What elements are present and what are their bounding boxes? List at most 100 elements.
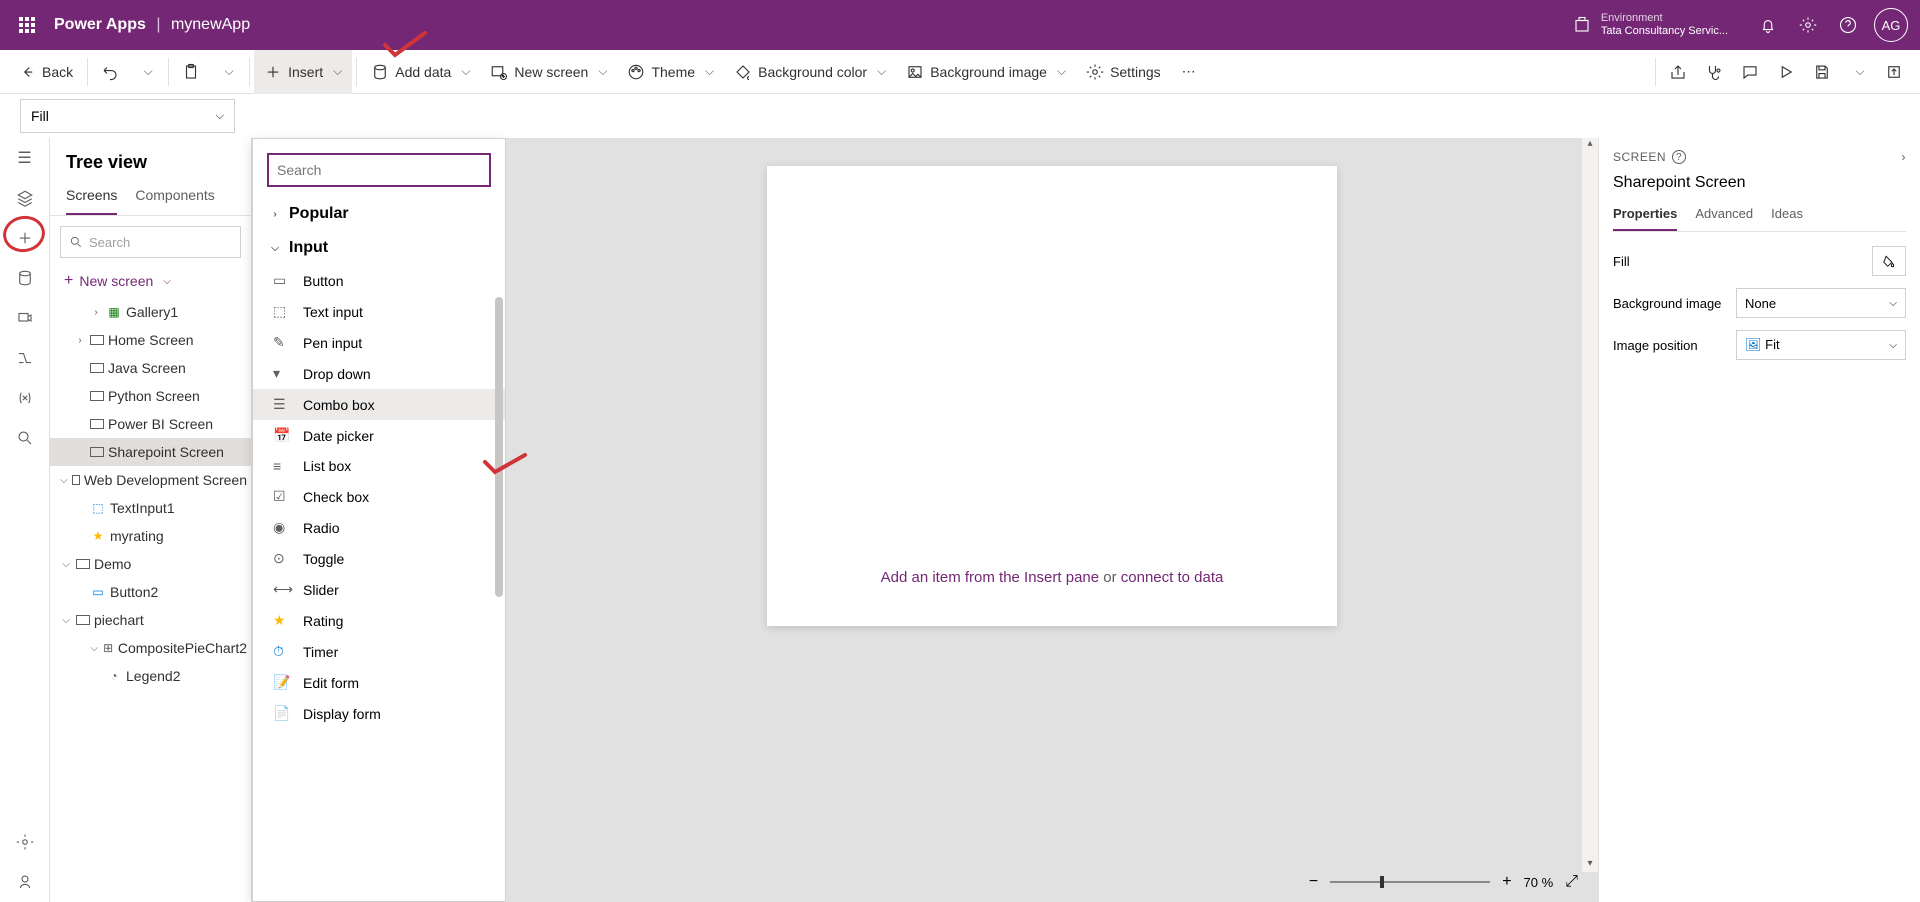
comments-button[interactable]	[1732, 50, 1768, 94]
save-dropdown[interactable]	[1840, 50, 1876, 94]
collapse-pane-button[interactable]: ›	[1902, 150, 1907, 164]
bgimg-dropdown[interactable]: None⌵	[1736, 288, 1906, 318]
fit-screen-button[interactable]: ⤢	[1565, 873, 1578, 891]
user-avatar[interactable]: AG	[1874, 8, 1908, 42]
data-rail-button[interactable]	[0, 258, 50, 298]
zoom-in-button[interactable]: +	[1502, 873, 1511, 891]
insert-search-input[interactable]	[267, 153, 491, 187]
tree-item-webdev[interactable]: ⌵Web Development Screen	[50, 466, 251, 494]
flows-rail-button[interactable]	[0, 338, 50, 378]
tree-item-demo[interactable]: ⌵Demo	[50, 550, 251, 578]
insert-item-listbox[interactable]: ≡List box	[253, 451, 505, 481]
tree-item-textinput1[interactable]: ⬚TextInput1	[50, 494, 251, 522]
preview-button[interactable]	[1768, 50, 1804, 94]
insert-pane-link[interactable]: Add an item from the Insert pane	[881, 569, 1099, 586]
theme-button[interactable]: Theme	[617, 50, 724, 94]
notifications-icon[interactable]	[1748, 5, 1788, 45]
insert-group-input[interactable]: ⌵Input	[253, 231, 505, 265]
tree-item-legend2[interactable]: ◔Legend2	[50, 662, 251, 690]
tree-item-myrating[interactable]: ★myrating	[50, 522, 251, 550]
insert-item-displayform[interactable]: 📄Display form	[253, 698, 505, 729]
virtual-agent-button[interactable]	[0, 862, 50, 902]
undo-dropdown[interactable]	[128, 50, 164, 94]
search-rail-button[interactable]	[0, 418, 50, 458]
tab-components[interactable]: Components	[135, 181, 214, 215]
insert-item-datepicker[interactable]: 📅Date picker	[253, 420, 505, 451]
info-icon[interactable]: ?	[1672, 150, 1686, 164]
media-icon	[16, 309, 34, 327]
insert-item-button[interactable]: ▭Button	[253, 265, 505, 296]
variables-rail-button[interactable]	[0, 378, 50, 418]
insert-item-radio[interactable]: ◉Radio	[253, 512, 505, 543]
insert-item-textinput[interactable]: ⬚Text input	[253, 296, 505, 327]
insert-scrollbar[interactable]	[495, 297, 503, 597]
hamburger-button[interactable]: ☰	[0, 138, 50, 178]
insert-rail-button[interactable]	[0, 218, 50, 258]
insert-item-rating[interactable]: ★Rating	[253, 605, 505, 636]
bg-color-button[interactable]: Background color	[724, 50, 896, 94]
environment-name: Tata Consultancy Servic...	[1601, 25, 1728, 38]
chat-icon	[1741, 63, 1759, 81]
checker-button[interactable]	[1696, 50, 1732, 94]
tree-item-piechart[interactable]: ⌵piechart	[50, 606, 251, 634]
media-rail-button[interactable]	[0, 298, 50, 338]
insert-group-popular[interactable]: ›Popular	[253, 197, 505, 231]
tree-item-comppie[interactable]: ⌵⊞CompositePieChart2	[50, 634, 251, 662]
insert-item-editform[interactable]: 📝Edit form	[253, 667, 505, 698]
insert-item-peninput[interactable]: ✎Pen input	[253, 327, 505, 358]
tree-item-powerbi[interactable]: Power BI Screen	[50, 410, 251, 438]
canvas-scrollbar[interactable]: ▴ ▾	[1582, 138, 1598, 872]
zoom-out-button[interactable]: −	[1309, 873, 1318, 891]
property-selector[interactable]: Fill ⌵	[20, 99, 235, 133]
settings-button[interactable]: Settings	[1076, 50, 1171, 94]
help-icon[interactable]	[1828, 5, 1868, 45]
share-icon	[1669, 63, 1687, 81]
imgpos-dropdown[interactable]: 🖼 Fit⌵	[1736, 330, 1906, 360]
insert-item-timer[interactable]: ⏱Timer	[253, 636, 505, 667]
image-icon	[906, 63, 924, 81]
back-button[interactable]: Back	[8, 50, 83, 94]
environment-picker[interactable]: Environment Tata Consultancy Servic...	[1573, 12, 1728, 38]
paste-button[interactable]	[173, 50, 209, 94]
insert-item-combobox[interactable]: ☰Combo box	[253, 389, 505, 420]
tree-view-button[interactable]	[0, 178, 50, 218]
tree-item-gallery1[interactable]: ›▦Gallery1	[50, 298, 251, 326]
share-button[interactable]	[1660, 50, 1696, 94]
canvas-artboard[interactable]: Add an item from the Insert pane or conn…	[767, 166, 1337, 626]
bucket-icon	[734, 63, 752, 81]
insert-dropdown: ›Popular ⌵Input ▭Button ⬚Text input ✎Pen…	[252, 138, 506, 902]
tree-item-python[interactable]: Python Screen	[50, 382, 251, 410]
connect-data-link[interactable]: connect to data	[1121, 569, 1224, 586]
publish-button[interactable]	[1876, 50, 1912, 94]
new-screen-link[interactable]: + New screen ⌵	[60, 268, 241, 294]
undo-button[interactable]	[92, 50, 128, 94]
properties-pane: SCREEN ? › Sharepoint Screen Properties …	[1598, 138, 1920, 902]
insert-item-slider[interactable]: ⟷Slider	[253, 574, 505, 605]
insert-item-checkbox[interactable]: ☑Check box	[253, 481, 505, 512]
insert-button[interactable]: Insert	[254, 50, 352, 94]
add-data-button[interactable]: Add data	[361, 50, 480, 94]
tree-item-button2[interactable]: ▭Button2	[50, 578, 251, 606]
settings-icon[interactable]	[1788, 5, 1828, 45]
tree-search[interactable]: Search	[60, 226, 241, 258]
zoom-slider[interactable]	[1330, 881, 1490, 883]
paste-dropdown[interactable]	[209, 50, 245, 94]
gear-icon	[1086, 63, 1104, 81]
fill-color-button[interactable]	[1872, 246, 1906, 276]
tree-item-home[interactable]: ›Home Screen	[50, 326, 251, 354]
tab-advanced[interactable]: Advanced	[1695, 206, 1753, 231]
tree-item-sharepoint[interactable]: Sharepoint Screen	[50, 438, 251, 466]
insert-item-toggle[interactable]: ⊙Toggle	[253, 543, 505, 574]
tab-ideas[interactable]: Ideas	[1771, 206, 1803, 231]
cylinder-icon	[16, 269, 34, 287]
tab-screens[interactable]: Screens	[66, 181, 117, 215]
settings-rail-button[interactable]	[0, 822, 50, 862]
app-launcher-icon[interactable]	[12, 10, 42, 40]
new-screen-button[interactable]: New screen	[480, 50, 617, 94]
save-button[interactable]	[1804, 50, 1840, 94]
insert-item-dropdown[interactable]: ▾Drop down	[253, 358, 505, 389]
bg-image-button[interactable]: Background image	[896, 50, 1076, 94]
more-button[interactable]: ⋯	[1171, 50, 1207, 94]
tab-properties[interactable]: Properties	[1613, 206, 1677, 231]
tree-item-java[interactable]: Java Screen	[50, 354, 251, 382]
